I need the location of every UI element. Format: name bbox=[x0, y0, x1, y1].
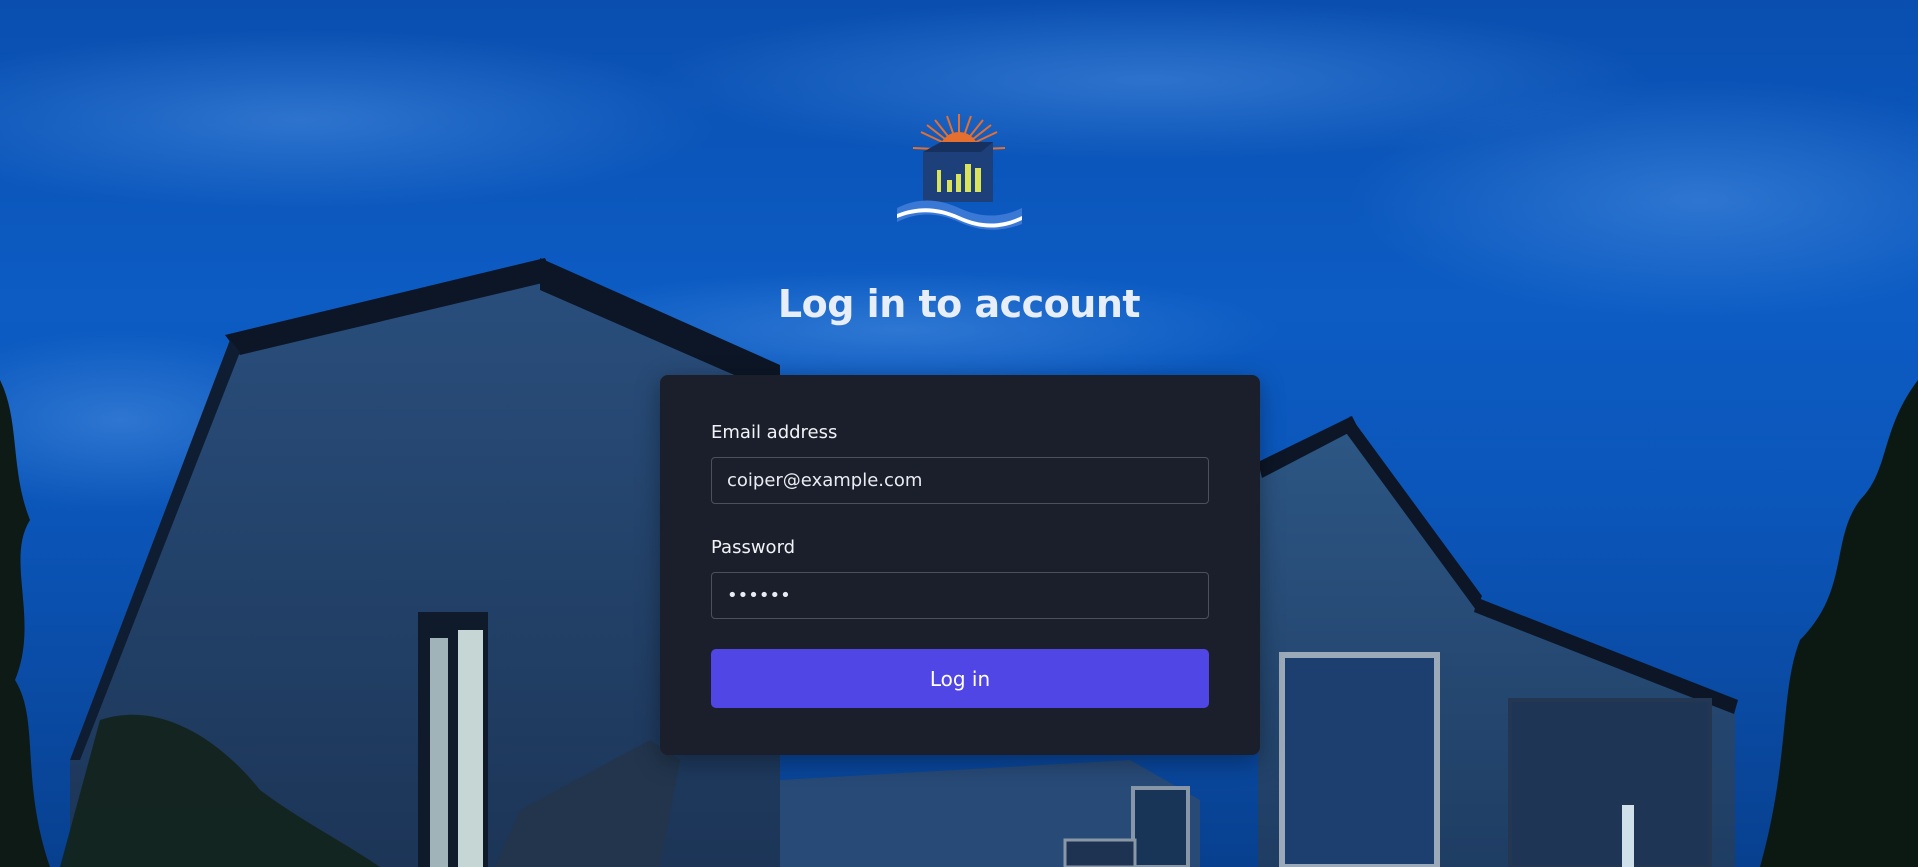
logo-icon bbox=[897, 112, 1022, 237]
login-button[interactable]: Log in bbox=[711, 649, 1209, 708]
email-field[interactable] bbox=[711, 457, 1209, 504]
page-title: Log in to account bbox=[777, 282, 1141, 326]
password-field[interactable] bbox=[711, 572, 1209, 619]
login-card: Email address Password Log in bbox=[660, 375, 1260, 755]
password-label: Password bbox=[711, 537, 796, 558]
email-label: Email address bbox=[711, 422, 838, 443]
